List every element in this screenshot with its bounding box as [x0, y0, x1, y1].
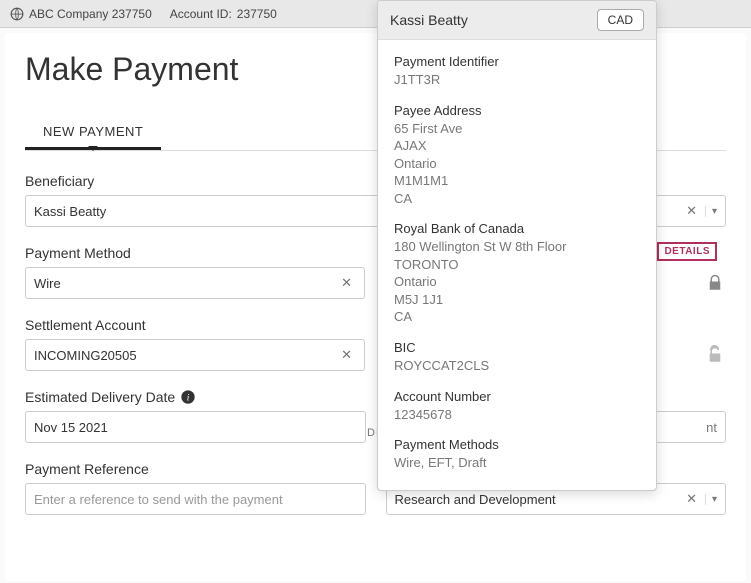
chevron-down-icon[interactable]: ▾: [705, 494, 717, 505]
info-icon[interactable]: i: [180, 389, 196, 405]
currency-button[interactable]: CAD: [597, 9, 644, 31]
globe-icon: [10, 7, 24, 21]
company-label: ABC Company 237750: [10, 7, 152, 21]
popover-name: Kassi Beatty: [390, 12, 597, 28]
payment-id-label: Payment Identifier: [394, 54, 640, 69]
bank-address: 180 Wellington St W 8th Floor TORONTO On…: [394, 238, 640, 326]
account-id-group: Account ID: 237750: [170, 7, 277, 21]
payment-method-select[interactable]: Wire ✕: [25, 267, 365, 299]
delivery-date-input[interactable]: Nov 15 2021: [25, 411, 366, 443]
bic-label: BIC: [394, 340, 640, 355]
chevron-down-icon[interactable]: ▾: [705, 206, 717, 217]
unlock-icon: [704, 342, 726, 368]
clear-icon[interactable]: ✕: [337, 275, 356, 291]
beneficiary-value: Kassi Beatty: [34, 204, 106, 219]
company-name: ABC Company 237750: [29, 7, 152, 21]
settlement-select[interactable]: INCOMING20505 ✕: [25, 339, 365, 371]
reference-placeholder: Enter a reference to send with the payme…: [34, 492, 283, 507]
delivery-label: Estimated Delivery Date i: [25, 389, 366, 405]
payee-address-value: 65 First Ave AJAX Ontario M1M1M1 CA: [394, 120, 640, 208]
delivery-date-value: Nov 15 2021: [34, 420, 108, 435]
clear-icon[interactable]: ✕: [337, 347, 356, 363]
details-badge[interactable]: DETAILS: [657, 242, 717, 261]
lock-icon: [704, 270, 726, 296]
payment-method-value: Wire: [34, 276, 61, 291]
bank-name: Royal Bank of Canada: [394, 221, 640, 236]
account-number-label: Account Number: [394, 389, 640, 404]
clear-icon[interactable]: ✕: [682, 203, 701, 219]
payment-methods-value: Wire, EFT, Draft: [394, 454, 640, 472]
bic-value: ROYCCAT2CLS: [394, 357, 640, 375]
reference-label: Payment Reference: [25, 461, 366, 477]
tab-new-payment[interactable]: NEW PAYMENT: [25, 116, 161, 150]
reference-input[interactable]: Enter a reference to send with the payme…: [25, 483, 366, 515]
popover-body: Payment Identifier J1TT3R Payee Address …: [378, 40, 656, 490]
payment-id-value: J1TT3R: [394, 71, 640, 89]
beneficiary-popover: Kassi Beatty CAD Payment Identifier J1TT…: [377, 0, 657, 491]
payment-methods-label: Payment Methods: [394, 437, 640, 452]
svg-text:i: i: [187, 393, 190, 403]
settlement-value: INCOMING20505: [34, 348, 137, 363]
account-number-value: 12345678: [394, 406, 640, 424]
category-value: Research and Development: [395, 492, 556, 507]
popover-header: Kassi Beatty CAD: [378, 1, 656, 40]
payee-address-label: Payee Address: [394, 103, 640, 118]
clear-icon[interactable]: ✕: [682, 491, 701, 507]
